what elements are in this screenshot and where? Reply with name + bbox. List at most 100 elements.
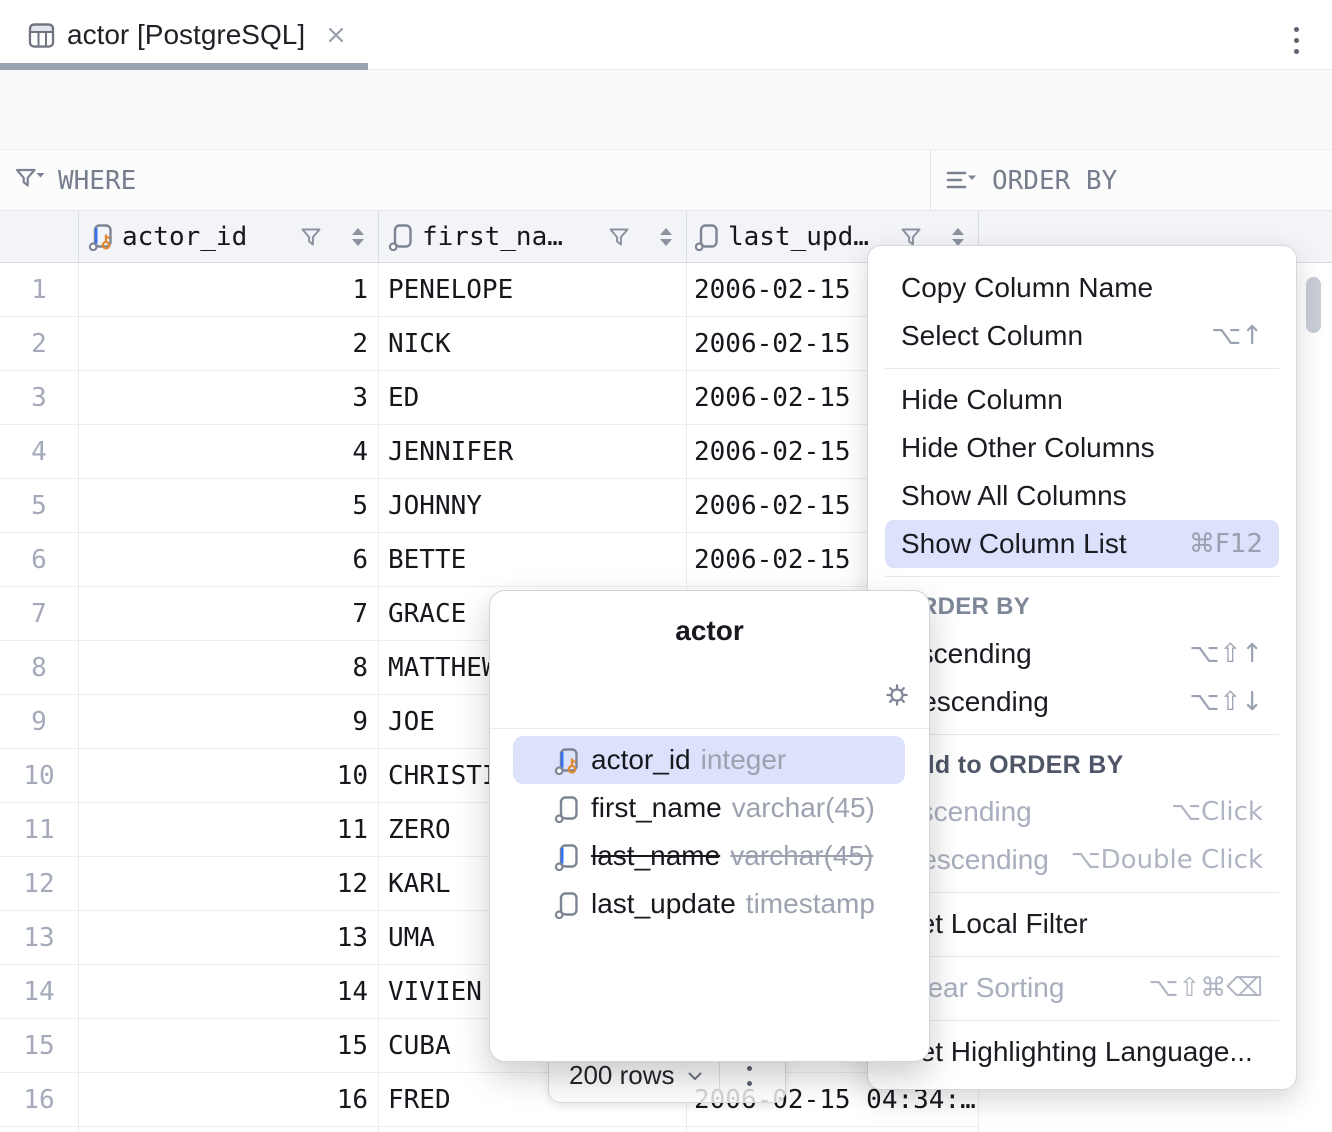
popup-title: actor [490,615,929,647]
cell-actor-id[interactable]: 7 [78,587,378,640]
cell-actor-id[interactable]: 9 [78,695,378,748]
table-row: 22NICK2006-02-15 04:34:… [0,317,978,371]
menu-item-hide-column[interactable]: Hide Column [885,376,1279,424]
menu-separator [868,568,1296,584]
table-icon [28,22,55,49]
column-sort-icon[interactable] [952,228,964,246]
page-size-dropdown[interactable]: 200 rows [569,1060,675,1091]
context-menu: Copy Column NameSelect Column⌥↑ Hide Colu… [867,245,1297,1090]
cell-first-name[interactable]: ED [378,371,686,424]
where-clause-input[interactable]: WHERE [58,166,136,196]
cell-actor-id[interactable]: 8 [78,641,378,694]
row-number: 15 [0,1019,78,1072]
menu-section-add-to-order-by: Add to ORDER BY [868,742,1296,788]
menu-item-ascending[interactable]: Ascending⌥⇧↑ [885,630,1279,678]
menu-item-set-highlighting-language[interactable]: Set Highlighting Language... [885,1028,1279,1076]
table-row: 55JOHNNY2006-02-15 04:34:… [0,479,978,533]
toolbar: Tx: Auto DDL CSV [0,70,1332,150]
cell-actor-id[interactable]: 1 [78,263,378,316]
row-number: 8 [0,641,78,694]
menu-item-copy-column-name[interactable]: Copy Column Name [885,264,1279,312]
pager-options-kebab-icon[interactable] [720,1066,780,1086]
column-icon [554,746,581,775]
where-funnel-icon [14,165,48,195]
menu-item-ascending[interactable]: Ascending⌥Click [885,788,1279,836]
column-filter-icon[interactable] [608,226,630,248]
order-by-clause-input[interactable]: ORDER BY [992,166,1117,196]
column-header-label: first_na… [422,222,563,252]
tab-title: actor [PostgreSQL] [67,19,305,51]
cell-actor-id[interactable]: 16 [78,1073,378,1126]
row-number: 1 [0,263,78,316]
tab-bar: actor [PostgreSQL] [0,0,1332,70]
tab-close-icon[interactable] [325,24,347,46]
cell-actor-id[interactable]: 12 [78,857,378,910]
cell-first-name[interactable]: JENNIFER [378,425,686,478]
menu-item-descending[interactable]: Descending⌥⇧↓ [885,678,1279,726]
table-row: 1616FRED2006-02-15 04:34:… [0,1073,978,1127]
context-menu-list: Copy Column NameSelect Column⌥↑ Hide Colu… [868,264,1296,1076]
cell-actor-id[interactable]: 2 [78,317,378,370]
menu-shortcut: ⌥⇧⌘⌫ [1148,973,1263,1003]
row-number: 6 [0,533,78,586]
cell-first-name[interactable]: BETTE [378,533,686,586]
tab-actor-postgresql[interactable]: actor [PostgreSQL] [0,0,368,70]
row-number: 4 [0,425,78,478]
cell-actor-id[interactable]: 3 [78,371,378,424]
table-row: 11PENELOPE2006-02-15 04:34:… [0,263,978,317]
vertical-scrollbar-thumb[interactable] [1306,277,1321,333]
cell-actor-id[interactable]: 15 [78,1019,378,1072]
cell-actor-id[interactable]: 10 [78,749,378,802]
row-number: 11 [0,803,78,856]
table-row: 66BETTE2006-02-15 04:34:… [0,533,978,587]
cell-first-name[interactable]: JOHNNY [378,479,686,532]
popup-settings-gear-icon[interactable] [879,677,915,713]
menu-item-show-column-list[interactable]: Show Column List⌘F12 [885,520,1279,568]
menu-item-set-local-filter[interactable]: Set Local Filter [885,900,1279,948]
row-number: 7 [0,587,78,640]
menu-item-descending[interactable]: Descending⌥Double Click [885,836,1279,884]
cell-actor-id[interactable]: 5 [78,479,378,532]
column-header-label: actor_id [122,222,247,252]
menu-item-show-all-columns[interactable]: Show All Columns [885,472,1279,520]
column-sort-icon[interactable] [352,228,364,246]
menu-item-select-column[interactable]: Select Column⌥↑ [885,312,1279,360]
table-row: 44JENNIFER2006-02-15 04:34:… [0,425,978,479]
cell-first-name[interactable]: PENELOPE [378,263,686,316]
cell-actor-id[interactable]: 6 [78,533,378,586]
column-filter-icon[interactable] [300,226,322,248]
menu-separator [868,1012,1296,1028]
menu-shortcut: ⌥⇧↓ [1189,687,1263,717]
table-row: 33ED2006-02-15 04:34:… [0,371,978,425]
cell-actor-id[interactable]: 11 [78,803,378,856]
cell-actor-id[interactable]: 4 [78,425,378,478]
popup-column-first-name[interactable]: first_namevarchar(45) [513,784,905,832]
cell-actor-id[interactable]: 13 [78,911,378,964]
row-number: 9 [0,695,78,748]
column-icon [554,842,581,871]
menu-shortcut: ⌥Double Click [1071,845,1263,875]
clause-row: WHERE ORDER BY [0,150,1332,210]
menu-shortcut: ⌥⇧↑ [1189,639,1263,669]
row-number: 10 [0,749,78,802]
active-tab-underline [0,63,368,70]
menu-item-hide-other-columns[interactable]: Hide Other Columns [885,424,1279,472]
popup-column-last-name[interactable]: last_namevarchar(45) [513,832,905,880]
column-sort-icon[interactable] [660,228,672,246]
more-options-kebab-icon[interactable] [1284,22,1308,58]
order-by-icon [944,166,980,196]
column-header-first-name[interactable]: first_na… [378,211,686,262]
popup-divider [490,728,929,729]
column-header-label: last_upd… [728,222,869,252]
column-icon [388,222,415,251]
primary-key-column-icon [88,222,115,251]
row-number: 3 [0,371,78,424]
popup-column-actor-id[interactable]: actor_idinteger [513,736,905,784]
popup-column-last-update[interactable]: last_updatetimestamp [513,880,905,928]
cell-actor-id[interactable]: 14 [78,965,378,1018]
menu-item-clear-sorting[interactable]: Clear Sorting⌥⇧⌘⌫ [885,964,1279,1012]
pane-divider [930,150,931,210]
column-header-actor-id[interactable]: actor_id [78,211,378,262]
cell-first-name[interactable]: NICK [378,317,686,370]
row-number: 12 [0,857,78,910]
